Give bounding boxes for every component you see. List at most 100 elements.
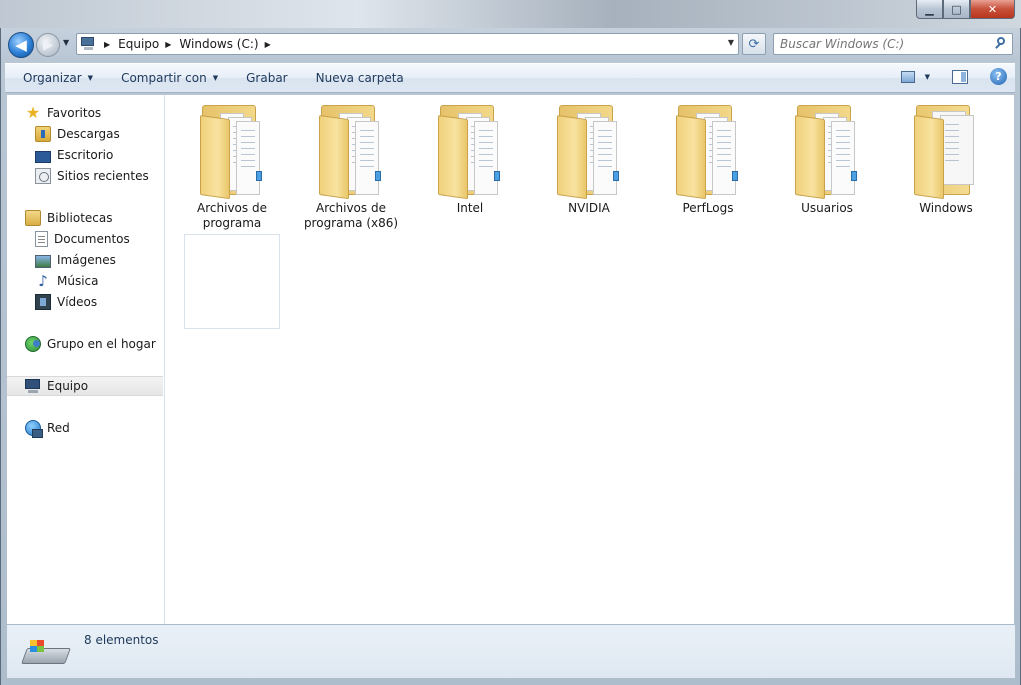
nav-item-downloads[interactable]: Descargas [7, 124, 163, 144]
folder-icon [196, 101, 268, 200]
search-box[interactable] [773, 33, 1013, 55]
breadcrumb-equipo[interactable]: Equipo [118, 37, 159, 51]
desktop-icon [35, 151, 51, 163]
item-count: 8 elementos [84, 633, 159, 647]
nav-item-computer[interactable]: Equipo [7, 376, 163, 396]
folder-icon [910, 101, 982, 200]
nav-item-favorites[interactable]: ★ Favoritos [7, 103, 163, 123]
folder-name: PerfLogs [682, 201, 734, 215]
libraries-icon [25, 210, 41, 226]
homegroup-icon [25, 336, 41, 352]
nav-item-recent-places[interactable]: Sitios recientes [7, 166, 163, 186]
folder-name: NVIDIA [568, 201, 610, 215]
nav-item-label: Sitios recientes [57, 169, 149, 183]
network-icon [25, 420, 43, 438]
breadcrumb-separator[interactable]: ▶ [265, 40, 271, 49]
folder-item[interactable]: NVIDIA [530, 95, 648, 235]
nav-item-label: Red [47, 421, 70, 435]
maximize-button[interactable]: □ [943, 0, 970, 19]
navigation-row: ◀ ▶ ▼ ▶ Equipo ▶ Windows (C:) ▶ ▼ ⟳ [0, 30, 1021, 60]
pictures-icon [35, 254, 51, 268]
chevron-down-icon: ▼ [212, 74, 219, 82]
details-pane: 8 elementos [7, 624, 1015, 678]
folder-item[interactable]: Intel [411, 95, 529, 235]
nav-item-label: Bibliotecas [47, 211, 113, 225]
nav-item-label: Documentos [54, 232, 130, 246]
blank-item-thumbnail[interactable] [184, 234, 280, 329]
downloads-folder-icon [35, 126, 51, 142]
videos-icon [35, 294, 51, 310]
chevron-down-icon: ▼ [87, 74, 94, 82]
file-list: Archivos de programa Archivos de program… [165, 95, 1014, 624]
nav-item-homegroup[interactable]: Grupo en el hogar [7, 334, 163, 354]
folder-name: Archivos de programa (x86) [303, 201, 399, 230]
view-options-dropdown[interactable]: ▼ [925, 73, 930, 81]
nav-item-music[interactable]: ♪ Música [7, 271, 163, 291]
nav-item-videos[interactable]: Vídeos [7, 292, 163, 312]
folder-name: Archivos de programa [197, 201, 267, 230]
new-folder-label: Nueva carpeta [315, 71, 404, 85]
recent-places-icon [35, 168, 51, 184]
nav-item-label: Grupo en el hogar [47, 337, 156, 351]
folder-item[interactable]: Archivos de programa (x86) [292, 95, 410, 235]
folder-item[interactable]: Usuarios [768, 95, 886, 235]
search-icon[interactable] [992, 36, 1008, 52]
new-folder-button[interactable]: Nueva carpeta [306, 65, 414, 91]
folder-item[interactable]: PerfLogs [649, 95, 767, 235]
address-bar[interactable]: ▶ Equipo ▶ Windows (C:) ▶ ▼ [76, 33, 739, 55]
nav-item-images[interactable]: Imágenes [7, 250, 163, 270]
nav-item-label: Equipo [47, 379, 89, 393]
breadcrumb-separator[interactable]: ▶ [104, 40, 110, 49]
burn-button[interactable]: Grabar [236, 65, 298, 91]
hard-drive-icon [21, 640, 71, 668]
computer-icon [25, 378, 41, 394]
nav-item-label: Escritorio [57, 148, 114, 162]
nav-item-libraries[interactable]: Bibliotecas [7, 208, 163, 228]
organize-button[interactable]: Organizar ▼ [13, 65, 103, 91]
back-arrow-icon[interactable]: ◀ [8, 32, 34, 58]
nav-item-network[interactable]: Red [7, 418, 163, 438]
close-button[interactable]: ✕ [970, 0, 1015, 19]
navigation-pane: ★ Favoritos Descargas Escritorio Sitios … [7, 95, 165, 624]
nav-item-label: Vídeos [57, 295, 98, 309]
nav-item-label: Descargas [57, 127, 120, 141]
nav-item-label: Favoritos [47, 106, 102, 120]
breadcrumb-windows-c[interactable]: Windows (C:) [179, 37, 258, 51]
share-button[interactable]: Compartir con ▼ [111, 65, 228, 91]
folder-icon [315, 101, 387, 200]
caption-buttons: ▁ □ ✕ [916, 0, 1015, 19]
computer-icon [80, 36, 98, 52]
folder-icon [791, 101, 863, 200]
folder-name: Windows [919, 201, 973, 215]
nav-item-desktop[interactable]: Escritorio [7, 145, 163, 165]
command-bar: Organizar ▼ Compartir con ▼ Grabar Nueva c… [5, 63, 1015, 93]
change-view-icon[interactable] [900, 70, 915, 83]
music-icon: ♪ [38, 272, 48, 290]
forward-arrow-icon[interactable]: ▶ [36, 33, 60, 57]
nav-item-label: Música [57, 274, 99, 288]
folder-name: Usuarios [801, 201, 853, 215]
breadcrumb-separator[interactable]: ▶ [165, 40, 171, 49]
minimize-button[interactable]: ▁ [916, 0, 943, 19]
folder-icon [553, 101, 625, 200]
folder-icon [672, 101, 744, 200]
documents-icon [35, 231, 48, 247]
folder-icon [434, 101, 506, 200]
organize-label: Organizar [23, 71, 82, 85]
share-label: Compartir con [121, 71, 207, 85]
folder-name: Intel [456, 201, 484, 215]
address-history-dropdown[interactable]: ▼ [728, 38, 734, 47]
recent-pages-dropdown[interactable]: ▼ [63, 38, 69, 47]
search-input[interactable] [774, 34, 984, 54]
nav-item-documents[interactable]: Documentos [7, 229, 163, 249]
title-bar [0, 0, 1021, 28]
nav-item-label: Imágenes [57, 253, 116, 267]
folder-item[interactable]: Archivos de programa [173, 95, 291, 235]
folder-item[interactable]: Windows [887, 95, 1005, 235]
burn-label: Grabar [246, 71, 288, 85]
view-controls: ▼ ? [900, 68, 1007, 85]
refresh-icon[interactable]: ⟳ [742, 33, 766, 55]
preview-pane-icon[interactable] [952, 69, 968, 84]
star-icon: ★ [25, 103, 41, 122]
help-icon[interactable]: ? [990, 68, 1007, 85]
